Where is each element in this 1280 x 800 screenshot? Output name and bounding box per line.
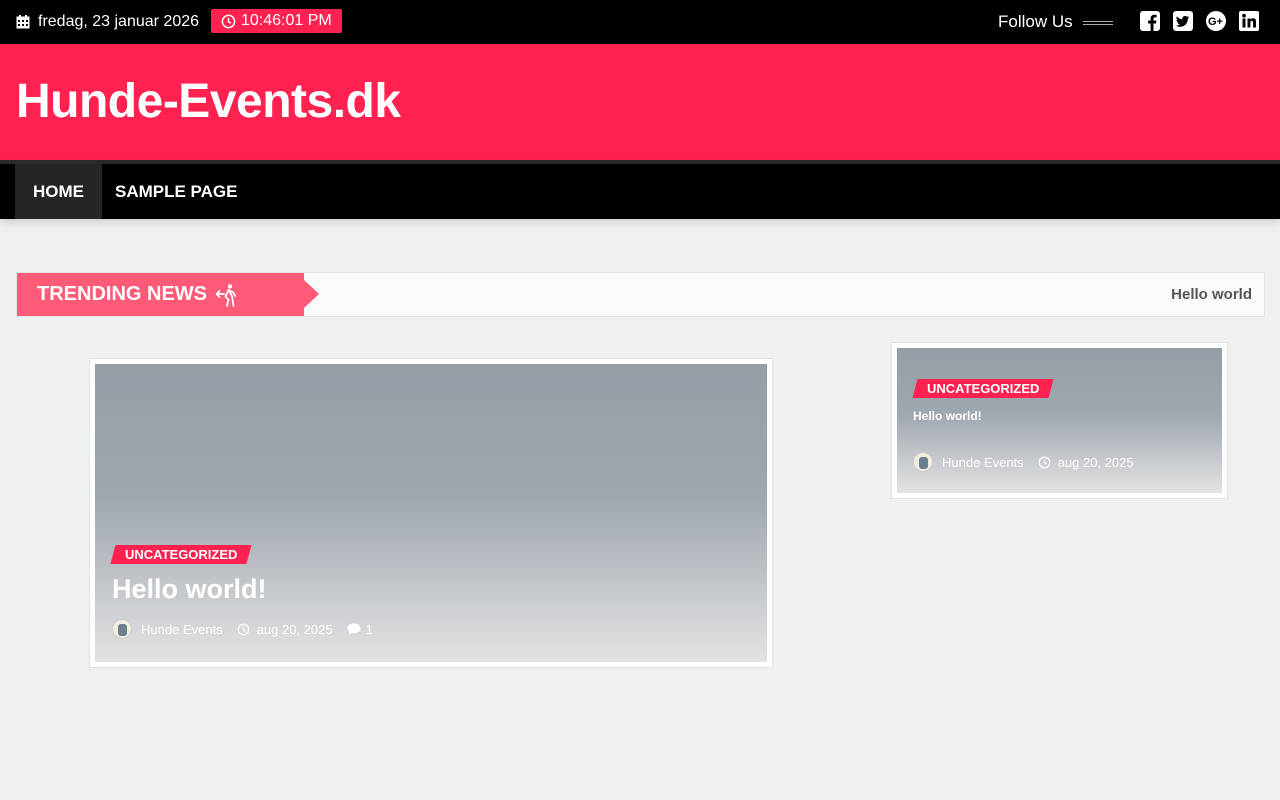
trending-news-bar: TRENDING NEWS Hello world xyxy=(16,272,1265,317)
follow-divider xyxy=(1082,21,1113,25)
side-post-date[interactable]: aug 20, 2025 xyxy=(1058,455,1134,470)
facebook-square-icon[interactable] xyxy=(1139,10,1161,32)
site-title[interactable]: Hunde-Events.dk xyxy=(16,74,401,129)
side-post-meta: Hunde Events aug 20, 2025 xyxy=(913,452,1134,472)
calendar-icon xyxy=(16,15,30,29)
nav-item-home[interactable]: HOME xyxy=(15,164,102,219)
side-author-avatar[interactable] xyxy=(913,452,933,472)
featured-post-card[interactable]: UNCATEGORIZED Hello world! Hunde Events … xyxy=(89,358,773,668)
post-thumbnail[interactable]: UNCATEGORIZED Hello world! Hunde Events … xyxy=(95,364,767,662)
category-label: UNCATEGORIZED xyxy=(125,547,238,562)
date-display: fredag, 23 januar 2026 xyxy=(16,10,199,34)
post-author[interactable]: Hunde Events xyxy=(141,622,223,637)
side-category-label: UNCATEGORIZED xyxy=(927,381,1040,396)
time-badge: 10:46:01 PM xyxy=(211,9,342,33)
site-header: Hunde-Events.dk xyxy=(0,44,1280,160)
walking-person-icon xyxy=(215,283,236,307)
top-bar: fredag, 23 januar 2026 10:46:01 PM Follo… xyxy=(0,0,1280,44)
side-post-card[interactable]: UNCATEGORIZED Hello world! Hunde Events … xyxy=(891,342,1228,499)
side-post-author[interactable]: Hunde Events xyxy=(942,455,1024,470)
side-post-thumbnail[interactable]: UNCATEGORIZED Hello world! Hunde Events … xyxy=(897,348,1222,493)
post-date[interactable]: aug 20, 2025 xyxy=(257,622,333,637)
nav-item-sample-page[interactable]: SAMPLE PAGE xyxy=(97,164,255,219)
follow-us: Follow Us xyxy=(998,12,1113,32)
svg-text:G+: G+ xyxy=(1208,16,1223,28)
twitter-square-icon[interactable] xyxy=(1172,10,1194,32)
clock-icon xyxy=(221,14,236,28)
google-plus-icon[interactable]: G+ xyxy=(1205,10,1227,32)
side-post-title[interactable]: Hello world! xyxy=(913,409,982,423)
comment-icon xyxy=(347,623,361,635)
comment-count[interactable]: 1 xyxy=(366,622,373,637)
clock-icon xyxy=(237,623,250,635)
trending-item-link[interactable]: Hello world xyxy=(1171,286,1252,303)
category-badge[interactable]: UNCATEGORIZED xyxy=(110,545,252,564)
linkedin-icon[interactable] xyxy=(1238,10,1260,32)
side-category-badge[interactable]: UNCATEGORIZED xyxy=(912,379,1054,398)
follow-us-label: Follow Us xyxy=(998,12,1073,31)
post-title[interactable]: Hello world! xyxy=(112,574,267,605)
social-links: G+ xyxy=(1139,10,1271,32)
post-meta: Hunde Events aug 20, 2025 1 xyxy=(112,619,373,639)
current-date: fredag, 23 januar 2026 xyxy=(38,13,200,30)
author-avatar[interactable] xyxy=(112,619,132,639)
main-nav: HOME SAMPLE PAGE xyxy=(0,160,1280,219)
current-time: 10:46:01 PM xyxy=(241,12,332,29)
trending-news-label-box: TRENDING NEWS xyxy=(17,273,319,316)
trending-news-label: TRENDING NEWS xyxy=(37,283,207,305)
clock-icon xyxy=(1038,456,1051,468)
